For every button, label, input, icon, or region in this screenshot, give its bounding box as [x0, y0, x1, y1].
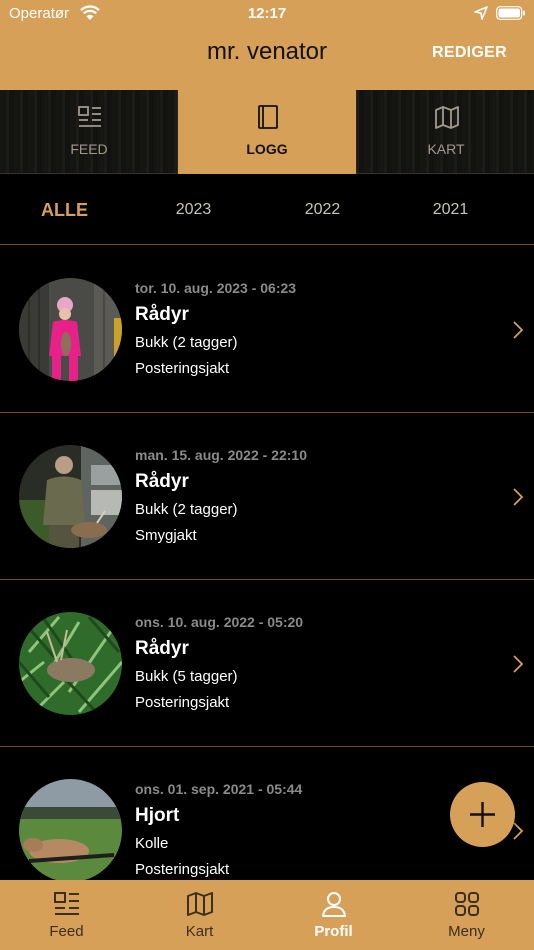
- segment-logg-label: LOGG: [246, 141, 288, 157]
- tab-kart-label: Kart: [185, 923, 214, 940]
- bottom-tab-bar: Feed Kart Profil Meny: [0, 880, 534, 950]
- feed-icon: [78, 106, 101, 127]
- year-filter-2021[interactable]: 2021: [386, 201, 515, 219]
- profile-segment-control: FEED LOGG KART: [0, 90, 534, 174]
- entry-date: ons. 01. sep. 2021 - 05:44: [135, 781, 303, 797]
- entry-detail: Bukk (5 tagger): [135, 668, 238, 685]
- segment-kart[interactable]: KART: [356, 90, 534, 174]
- tab-feed[interactable]: Feed: [0, 880, 133, 950]
- tab-kart[interactable]: Kart: [133, 880, 266, 950]
- entry-hunting-method: Smygjakt: [135, 527, 197, 544]
- entry-species: Hjort: [135, 805, 180, 826]
- year-filter-2022[interactable]: 2022: [258, 201, 387, 219]
- book-icon: [258, 105, 278, 129]
- feed-icon: [54, 892, 79, 915]
- chevron-right-icon: [513, 822, 524, 840]
- clock: 12:17: [247, 5, 287, 22]
- entry-species: Rådyr: [135, 638, 189, 659]
- map-icon: [187, 892, 213, 916]
- entry-hunting-method: Posteringsjakt: [135, 861, 230, 878]
- log-entry[interactable]: tor. 10. aug. 2023 - 06:23 Rådyr Bukk (2…: [0, 246, 534, 413]
- segment-feed-label: FEED: [70, 141, 108, 157]
- entry-detail: Kolle: [135, 835, 169, 852]
- log-entry[interactable]: ons. 10. aug. 2022 - 05:20 Rådyr Bukk (5…: [0, 580, 534, 747]
- entry-photo: [19, 278, 122, 381]
- location-arrow-icon: [474, 6, 488, 20]
- map-icon: [435, 106, 459, 129]
- year-filter: ALLE 2023 2022 2021: [0, 175, 534, 245]
- person-icon: [322, 892, 346, 917]
- tab-profil[interactable]: Profil: [267, 880, 400, 950]
- entry-detail: Bukk (2 tagger): [135, 334, 238, 351]
- entry-photo: [19, 779, 122, 880]
- entry-date: ons. 10. aug. 2022 - 05:20: [135, 614, 304, 630]
- tab-profil-label: Profil: [314, 923, 353, 940]
- status-bar: Operatør 12:17: [0, 0, 534, 28]
- entry-detail: Bukk (2 tagger): [135, 501, 238, 518]
- entry-photo: [19, 612, 122, 715]
- year-filter-all[interactable]: ALLE: [0, 200, 129, 221]
- segment-kart-label: KART: [427, 141, 465, 157]
- tab-feed-label: Feed: [49, 923, 84, 940]
- edit-button[interactable]: REDIGER: [432, 44, 507, 62]
- segment-logg[interactable]: LOGG: [178, 90, 356, 174]
- segment-feed[interactable]: FEED: [0, 90, 178, 174]
- entry-species: Rådyr: [135, 304, 189, 325]
- plus-icon: [470, 802, 495, 827]
- grid-icon: [455, 892, 479, 916]
- harvest-log-list: tor. 10. aug. 2023 - 06:23 Rådyr Bukk (2…: [0, 246, 534, 880]
- entry-species: Rådyr: [135, 471, 189, 492]
- entry-hunting-method: Posteringsjakt: [135, 360, 230, 377]
- chevron-right-icon: [513, 321, 524, 339]
- chevron-right-icon: [513, 488, 524, 506]
- battery-icon: [496, 6, 525, 20]
- app-header: Operatør 12:17 mr. venator REDIGER: [0, 0, 534, 90]
- log-entry[interactable]: man. 15. aug. 2022 - 22:10 Rådyr Bukk (2…: [0, 413, 534, 580]
- entry-date: tor. 10. aug. 2023 - 06:23: [135, 280, 297, 296]
- add-entry-button[interactable]: [450, 782, 515, 847]
- tab-meny[interactable]: Meny: [400, 880, 533, 950]
- tab-meny-label: Meny: [448, 923, 485, 940]
- year-filter-2023[interactable]: 2023: [129, 201, 258, 219]
- chevron-right-icon: [513, 655, 524, 673]
- entry-hunting-method: Posteringsjakt: [135, 694, 230, 711]
- entry-photo: [19, 445, 122, 548]
- entry-date: man. 15. aug. 2022 - 22:10: [135, 447, 307, 463]
